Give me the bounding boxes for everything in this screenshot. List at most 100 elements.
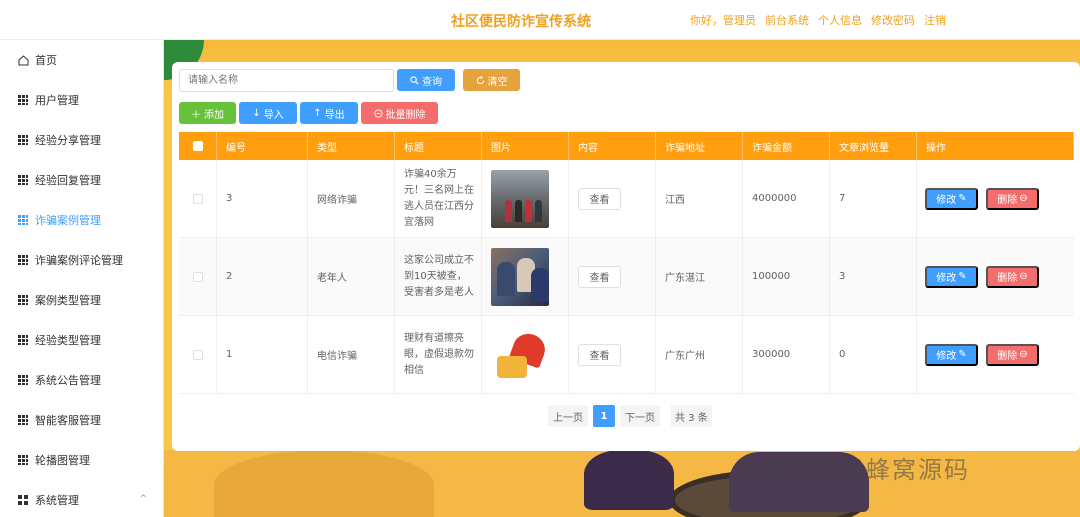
sidebar: 首页 用户管理 经验分享管理 经验回复管理 诈骗案例管理 诈骗案例评论管理 案例… — [0, 40, 164, 517]
watermark-text: 公众号・码蜂窝源码 — [736, 456, 970, 484]
query-button[interactable]: 查询 — [397, 69, 455, 91]
column-header: 文章浏览量 — [830, 132, 917, 160]
case-image[interactable] — [491, 325, 549, 384]
grid-icon — [18, 215, 28, 225]
sidebar-item-case-types[interactable]: 案例类型管理 — [0, 280, 163, 320]
cell-address: 广东湛江 — [656, 238, 743, 315]
cell-views: 3 — [830, 238, 917, 315]
app-title: 社区便民防诈宣传系统 — [451, 14, 591, 30]
sidebar-item-label: 轮播图管理 — [35, 454, 90, 467]
sidebar-item-chatbot[interactable]: 智能客服管理 — [0, 400, 163, 440]
next-page-button[interactable]: 下一页 — [620, 405, 660, 427]
case-image[interactable] — [491, 169, 549, 228]
sidebar-item-fraud-cases[interactable]: 诈骗案例管理 — [0, 200, 163, 240]
sidebar-item-system[interactable]: 系统管理 ^ — [0, 480, 163, 517]
sidebar-item-experience-reply[interactable]: 经验回复管理 — [0, 160, 163, 200]
cell-title: 这家公司成立不到10天被查，受害者多是老人 — [404, 254, 474, 298]
cell-address: 广东广州 — [656, 316, 743, 393]
nav-logout-link[interactable]: 注销 — [924, 12, 946, 28]
import-button[interactable]: ↓ 导入 — [239, 102, 297, 124]
add-button[interactable]: ＋ 添加 — [179, 102, 236, 124]
delete-button[interactable]: 删除 ⊖ — [986, 187, 1039, 210]
view-content-button[interactable]: 查看 — [578, 265, 621, 288]
edit-icon: ✎ — [958, 193, 967, 204]
cell-amount: 100000 — [743, 238, 830, 315]
delete-button[interactable]: 删除 ⊖ — [986, 265, 1039, 288]
fraud-case-table: 编号 类型 标题 图片 内容 诈骗地址 诈骗金额 文章浏览量 操作 3 网络诈骗… — [179, 132, 1074, 394]
edit-icon: ✎ — [958, 349, 967, 360]
column-header: 操作 — [917, 132, 1074, 160]
sidebar-item-home[interactable]: 首页 — [0, 40, 163, 80]
select-all-checkbox[interactable] — [192, 141, 203, 151]
sidebar-item-label: 案例类型管理 — [35, 294, 101, 307]
column-header: 类型 — [308, 132, 395, 160]
export-button[interactable]: ↑ 导出 — [300, 102, 358, 124]
edit-button[interactable]: 修改 ✎ — [925, 187, 978, 210]
plus-icon: ＋ — [191, 109, 201, 121]
table-row: 3 网络诈骗 诈骗40余万元！三名网上在逃人员在江西分宜落网 查看 江西 400… — [179, 160, 1074, 238]
row-checkbox[interactable] — [192, 271, 203, 282]
case-image[interactable] — [491, 247, 549, 306]
top-header: 社区便民防诈宣传系统 你好，管理员 前台系统 个人信息 修改密码 注销 — [0, 0, 1080, 40]
cell-type: 老年人 — [308, 238, 395, 315]
search-icon — [410, 75, 419, 84]
sidebar-item-label: 用户管理 — [35, 94, 79, 107]
column-header: 标题 — [395, 132, 482, 160]
page-number-current[interactable]: 1 — [593, 405, 615, 427]
view-content-button[interactable]: 查看 — [578, 343, 621, 366]
delete-button[interactable]: 删除 ⊖ — [986, 343, 1039, 366]
sidebar-item-experience-share[interactable]: 经验分享管理 — [0, 120, 163, 160]
grid-icon — [18, 95, 28, 105]
sidebar-item-experience-types[interactable]: 经验类型管理 — [0, 320, 163, 360]
nav-profile-link[interactable]: 个人信息 — [818, 12, 862, 28]
cell-type: 网络诈骗 — [308, 160, 395, 237]
sidebar-item-label: 诈骗案例管理 — [35, 214, 101, 227]
minus-circle-icon — [373, 108, 383, 118]
cell-id: 2 — [217, 238, 308, 315]
grid-icon — [18, 415, 28, 425]
shoe-decoration — [584, 450, 674, 510]
search-input[interactable] — [179, 69, 394, 92]
column-header: 编号 — [217, 132, 308, 160]
cell-amount: 4000000 — [743, 160, 830, 237]
refresh-icon — [476, 75, 484, 84]
clear-button[interactable]: 清空 — [463, 69, 520, 91]
nav-frontend-link[interactable]: 前台系统 — [765, 12, 809, 28]
sidebar-item-label: 系统公告管理 — [35, 374, 101, 387]
sidebar-item-carousel[interactable]: 轮播图管理 — [0, 440, 163, 480]
prev-page-button[interactable]: 上一页 — [548, 405, 588, 427]
table-row: 2 老年人 这家公司成立不到10天被查，受害者多是老人 查看 广东湛江 1000… — [179, 238, 1074, 316]
row-checkbox[interactable] — [192, 349, 203, 360]
sidebar-item-announcements[interactable]: 系统公告管理 — [0, 360, 163, 400]
main-card: 查询 清空 ＋ 添加 ↓ 导入 ↑ 导出 批量删除 编号 类型 标题 图片 内容… — [172, 62, 1080, 451]
sidebar-item-label: 诈骗案例评论管理 — [35, 254, 123, 267]
nav-change-password-link[interactable]: 修改密码 — [871, 12, 915, 28]
sidebar-item-users[interactable]: 用户管理 — [0, 80, 163, 120]
grid-icon — [18, 135, 28, 145]
header-nav: 你好，管理员 前台系统 个人信息 修改密码 注销 — [690, 12, 946, 28]
sidebar-item-label: 系统管理 — [35, 494, 79, 507]
arrow-down-icon: ↓ — [252, 107, 261, 119]
grid-icon — [18, 455, 28, 465]
column-header: 内容 — [569, 132, 656, 160]
minus-circle-icon: ⊖ — [1019, 193, 1028, 204]
row-checkbox[interactable] — [192, 193, 203, 204]
sidebar-item-label: 经验回复管理 — [35, 174, 101, 187]
edit-button[interactable]: 修改 ✎ — [925, 265, 978, 288]
pagination: 上一页 1 下一页 共 3 条 — [548, 405, 712, 427]
grid-icon — [18, 295, 28, 305]
sidebar-item-label: 智能客服管理 — [35, 414, 101, 427]
cell-id: 1 — [217, 316, 308, 393]
minus-circle-icon: ⊖ — [1019, 271, 1028, 282]
total-count: 共 3 条 — [671, 405, 712, 427]
arrow-up-icon: ↑ — [313, 107, 322, 119]
apps-icon — [18, 495, 28, 505]
cell-views: 7 — [830, 160, 917, 237]
sidebar-item-case-comments[interactable]: 诈骗案例评论管理 — [0, 240, 163, 280]
minus-circle-icon: ⊖ — [1019, 349, 1028, 360]
edit-button[interactable]: 修改 ✎ — [925, 343, 978, 366]
cell-id: 3 — [217, 160, 308, 237]
cell-address: 江西 — [656, 160, 743, 237]
batch-delete-button[interactable]: 批量删除 — [361, 102, 438, 124]
view-content-button[interactable]: 查看 — [578, 187, 621, 210]
